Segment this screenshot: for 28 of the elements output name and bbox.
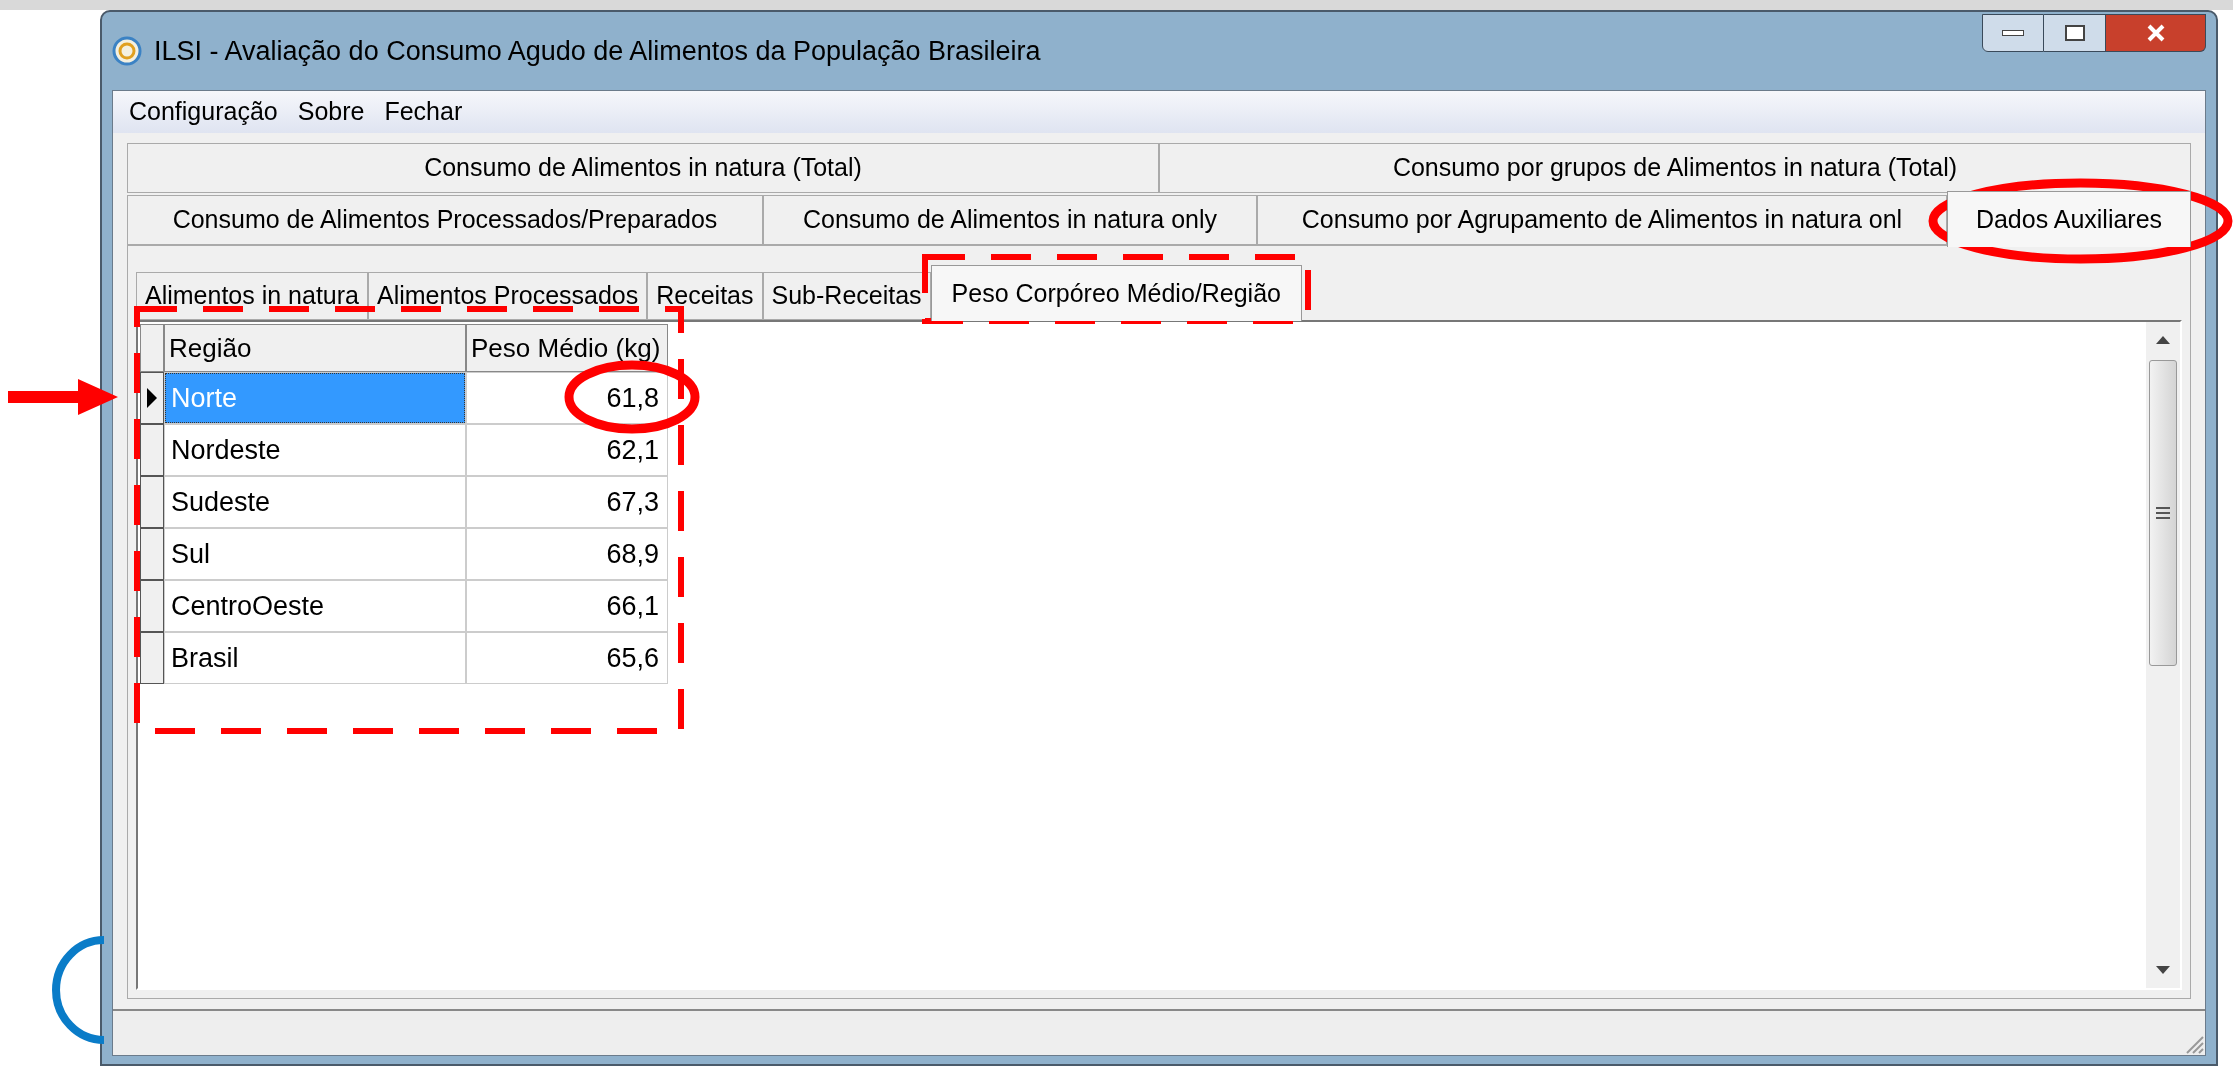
tab[interactable]: Alimentos Processados (368, 272, 648, 320)
tab[interactable]: Consumo de Alimentos Processados/Preparados (127, 195, 763, 245)
column-header[interactable]: Peso Médio (kg) (466, 324, 668, 372)
table-cell[interactable]: Nordeste (164, 424, 466, 476)
table-cell[interactable]: 65,6 (466, 632, 668, 684)
table-cell[interactable]: 67,3 (466, 476, 668, 528)
table-cell[interactable]: Brasil (164, 632, 466, 684)
menu-item[interactable]: Configuração (121, 93, 286, 131)
tab[interactable]: Consumo de Alimentos in natura only (763, 195, 1257, 245)
tab[interactable]: Consumo por Agrupamento de Alimentos in natura onl (1257, 195, 1947, 245)
table-cell[interactable]: CentroOeste (164, 580, 466, 632)
tab[interactable]: Sub-Receitas (762, 272, 931, 320)
tab[interactable]: Alimentos in natura (136, 272, 368, 320)
window-title: ILSI - Avaliação do Consumo Agudo de Alimentos da População Brasileira (154, 34, 1041, 68)
tab[interactable]: Receitas (647, 272, 763, 320)
tab[interactable]: Consumo de Alimentos in natura (Total) (127, 143, 1159, 193)
table-cell[interactable]: Sul (164, 528, 466, 580)
tab[interactable]: Consumo por grupos de Alimentos in natura (Total) (1159, 143, 2191, 193)
table-cell[interactable]: 61,8 (466, 372, 668, 424)
table-cell[interactable]: 68,9 (466, 528, 668, 580)
table-cell[interactable]: 62,1 (466, 424, 668, 476)
table-cell[interactable]: 66,1 (466, 580, 668, 632)
menu-item[interactable]: Fechar (376, 93, 471, 131)
tab[interactable]: Peso Corpóreo Médio/Região (930, 265, 1302, 321)
table-cell[interactable]: Sudeste (164, 476, 466, 528)
column-header[interactable]: Região (164, 324, 466, 372)
tab[interactable]: Dados Auxiliares (1947, 191, 2191, 247)
menu-item[interactable]: Sobre (289, 93, 373, 131)
